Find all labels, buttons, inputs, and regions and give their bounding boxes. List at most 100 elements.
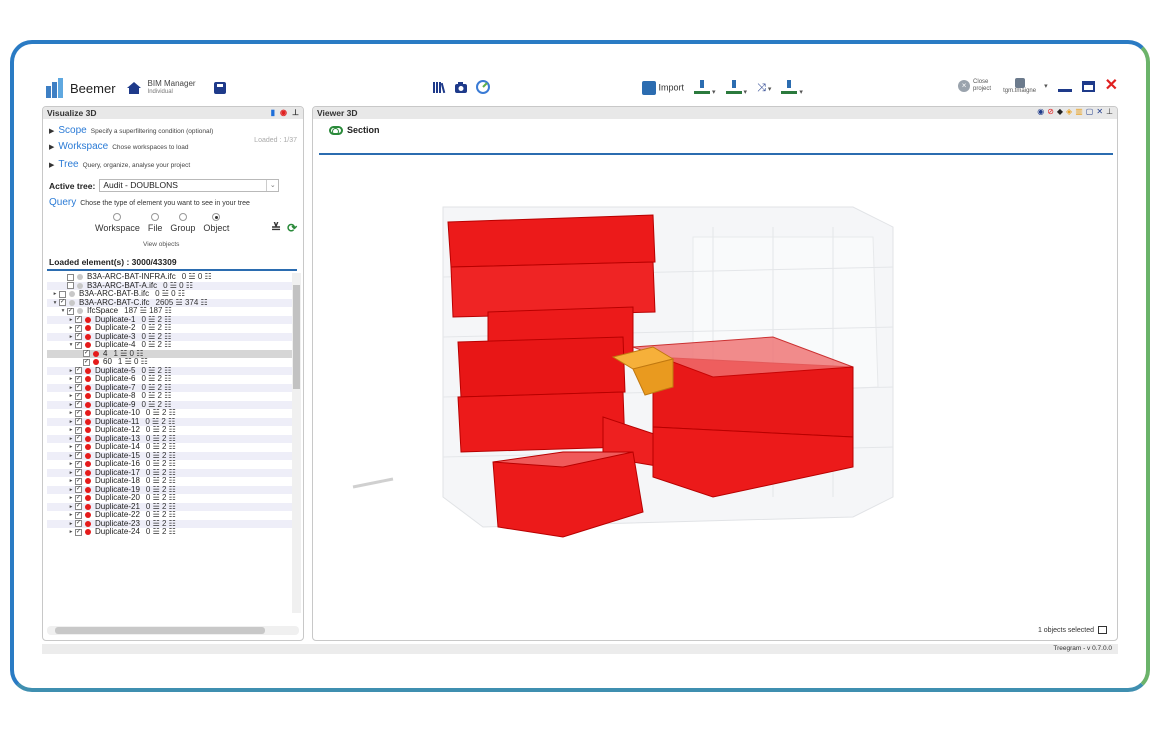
tree-checkbox[interactable]: ✓ bbox=[75, 520, 82, 528]
expand-icon[interactable]: ▸ bbox=[67, 494, 75, 503]
expand-icon[interactable]: ▸ bbox=[67, 528, 75, 537]
tree-row[interactable]: ▸ ✓ Duplicate-2 0 ☱ 2 ☷ bbox=[47, 323, 297, 333]
tree-checkbox[interactable]: ✓ bbox=[75, 511, 82, 519]
minimize-button[interactable] bbox=[1057, 88, 1072, 92]
tree-row[interactable]: ▸ ✓ Duplicate-8 0 ☱ 2 ☷ bbox=[47, 391, 297, 401]
tree-checkbox[interactable]: ✓ bbox=[75, 316, 82, 324]
expand-icon[interactable]: ▸ bbox=[67, 426, 75, 435]
collapse-all-icon[interactable]: ≚ bbox=[271, 221, 281, 235]
tree-row[interactable]: ✓ 60 1 ☱ 0 ☷ bbox=[47, 357, 297, 367]
tree-row[interactable]: ▸ ✓ Duplicate-5 0 ☱ 2 ☷ bbox=[47, 366, 297, 376]
tree-checkbox[interactable]: ✓ bbox=[67, 307, 74, 315]
tree-checkbox[interactable] bbox=[67, 282, 74, 290]
tree-row[interactable]: ▸ ✓ Duplicate-1 0 ☱ 2 ☷ bbox=[47, 315, 297, 325]
expand-icon[interactable]: ▸ bbox=[67, 324, 75, 333]
expand-icon[interactable]: ▸ bbox=[67, 469, 75, 478]
tree-checkbox[interactable]: ✓ bbox=[59, 299, 66, 307]
expand-icon[interactable]: ▸ bbox=[67, 486, 75, 495]
scope-row[interactable]: ▶ Scope Specify a superfiltering condition… bbox=[49, 125, 213, 136]
tree-row[interactable]: ▸ ✓ Duplicate-7 0 ☱ 2 ☷ bbox=[47, 383, 297, 393]
tree-checkbox[interactable]: ✓ bbox=[75, 528, 82, 536]
expand-icon[interactable]: ▸ bbox=[67, 316, 75, 325]
tree-row[interactable]: ✓ 4 1 ☱ 0 ☷ bbox=[47, 349, 297, 358]
tree-checkbox[interactable]: ✓ bbox=[75, 477, 82, 485]
tree-row[interactable]: ▸ ✓ Duplicate-3 0 ☱ 2 ☷ bbox=[47, 332, 297, 342]
tree-checkbox[interactable]: ✓ bbox=[75, 384, 82, 392]
bim-manager-label[interactable]: BIM Manager Individual bbox=[148, 79, 196, 97]
collapse-icon[interactable]: ▾ bbox=[67, 341, 75, 350]
library-icon[interactable] bbox=[432, 80, 446, 94]
tree-checkbox[interactable]: ✓ bbox=[75, 333, 82, 341]
tree-checkbox[interactable]: ✓ bbox=[75, 469, 82, 477]
pin-icon[interactable]: ⊥ bbox=[1106, 107, 1113, 116]
expand-icon[interactable]: ▸ bbox=[67, 460, 75, 469]
upload-button[interactable]: ▾ bbox=[694, 80, 716, 96]
radio-file[interactable]: File bbox=[148, 213, 162, 233]
tree-checkbox[interactable] bbox=[59, 290, 66, 298]
expand-icon[interactable]: ▸ bbox=[67, 367, 75, 376]
tree-row[interactable]: ▶ Tree Query, organize, analyse your proje… bbox=[49, 159, 190, 170]
close-window-button[interactable]: ✕ bbox=[1105, 78, 1118, 94]
eye-icon[interactable]: ◉ bbox=[280, 107, 287, 119]
tree-checkbox[interactable]: ✓ bbox=[75, 418, 82, 426]
collapse-icon[interactable]: ▾ bbox=[59, 307, 67, 316]
tree-checkbox[interactable]: ✓ bbox=[75, 443, 82, 451]
tree-checkbox[interactable]: ✓ bbox=[75, 409, 82, 417]
export-button[interactable]: ▾ bbox=[781, 80, 803, 96]
3d-model-view[interactable] bbox=[333, 167, 1093, 617]
radio-group[interactable]: Group bbox=[170, 213, 195, 233]
expand-icon[interactable]: ▸ bbox=[67, 401, 75, 410]
expand-icon[interactable]: ▸ bbox=[67, 409, 75, 418]
expand-icon[interactable]: ▸ bbox=[67, 418, 75, 427]
download-button[interactable]: ▾ bbox=[725, 80, 747, 96]
tree-checkbox[interactable]: ✓ bbox=[75, 401, 82, 409]
section-toggle[interactable]: Section bbox=[329, 125, 380, 135]
expand-icon[interactable]: ▸ bbox=[67, 333, 75, 342]
frame-icon[interactable]: ▥ bbox=[1075, 107, 1083, 116]
square-icon[interactable]: ▢ bbox=[1086, 107, 1094, 116]
expand-icon[interactable]: ▸ bbox=[67, 392, 75, 401]
tree-checkbox[interactable]: ✓ bbox=[83, 358, 90, 366]
tree-checkbox[interactable]: ✓ bbox=[75, 341, 82, 349]
tree-checkbox[interactable]: ✓ bbox=[75, 452, 82, 460]
tree-row[interactable]: ▾ ✓ Duplicate-4 0 ☱ 2 ☷ bbox=[47, 340, 297, 350]
expand-icon[interactable]: ▸ bbox=[67, 384, 75, 393]
refresh-icon[interactable]: ⟳ bbox=[287, 221, 297, 235]
box-icon[interactable]: ◈ bbox=[1066, 107, 1072, 116]
tree-row[interactable]: ▾ ✓ IfcSpace 187 ☱ 187 ☷ bbox=[47, 306, 297, 316]
import-button[interactable]: Import bbox=[642, 81, 684, 95]
pin-icon[interactable]: ⊥ bbox=[292, 107, 299, 119]
eye-icon[interactable]: ◉ bbox=[1037, 107, 1044, 116]
bookmark-icon[interactable]: ▮ bbox=[271, 107, 275, 119]
radio-workspace[interactable]: Workspace bbox=[95, 213, 140, 233]
maximize-button[interactable] bbox=[1081, 80, 1095, 92]
collapse-icon[interactable]: ▾ bbox=[51, 299, 59, 308]
radio-object[interactable]: Object bbox=[203, 213, 229, 233]
cube-icon[interactable]: ◆ bbox=[1057, 107, 1063, 116]
dashboard-icon[interactable] bbox=[476, 80, 490, 94]
tree-checkbox[interactable]: ✓ bbox=[75, 375, 82, 383]
tree-checkbox[interactable]: ✓ bbox=[75, 460, 82, 468]
tree-checkbox[interactable]: ✓ bbox=[75, 503, 82, 511]
user-menu[interactable]: tgm.tmaigne bbox=[1003, 78, 1036, 94]
tree-row[interactable]: ▾ ✓ B3A-ARC-BAT-C.ifc 2605 ☱ 374 ☷ bbox=[47, 298, 297, 308]
save-icon[interactable] bbox=[213, 82, 226, 94]
tree-checkbox[interactable]: ✓ bbox=[75, 426, 82, 434]
tree-checkbox[interactable]: ✓ bbox=[75, 435, 82, 443]
tree-checkbox[interactable]: ✓ bbox=[75, 367, 82, 375]
hide-icon[interactable]: ⊘ bbox=[1047, 107, 1054, 116]
tree-checkbox[interactable]: ✓ bbox=[75, 392, 82, 400]
merge-button[interactable]: ⤨ ▾ bbox=[757, 82, 771, 95]
home-icon[interactable] bbox=[126, 81, 142, 95]
tree-checkbox[interactable]: ✓ bbox=[75, 486, 82, 494]
expand-icon[interactable]: ▸ bbox=[67, 520, 75, 529]
expand-icon[interactable]: ▸ bbox=[67, 477, 75, 486]
expand-icon[interactable]: ▸ bbox=[67, 452, 75, 461]
user-chevron-icon[interactable]: ▾ bbox=[1044, 82, 1048, 90]
expand-icon[interactable]: ▸ bbox=[67, 443, 75, 452]
expand-icon[interactable]: ▸ bbox=[67, 435, 75, 444]
tree-row[interactable]: ▸ ✓ Duplicate-24 0 ☱ 2 ☷ bbox=[47, 527, 297, 537]
workspace-row[interactable]: ▶ Workspace Chose workspaces to load bbox=[49, 141, 188, 152]
expand-icon[interactable]: ▸ bbox=[67, 503, 75, 512]
tree-checkbox[interactable]: ✓ bbox=[75, 494, 82, 502]
